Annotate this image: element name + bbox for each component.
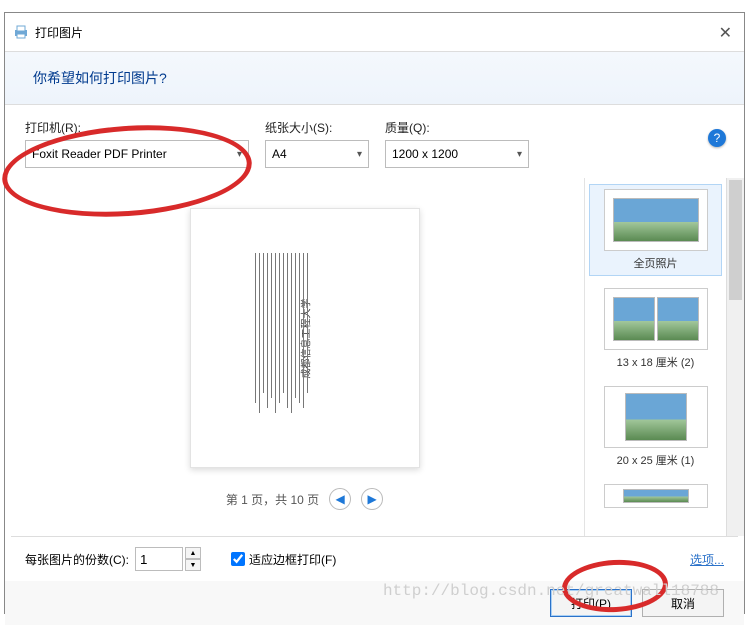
chevron-down-icon: ▾ xyxy=(357,149,362,160)
preview-page: 成都信息工程大学 xyxy=(190,208,420,468)
bottom-row: 每张图片的份数(C): ▲▼ 适应边框打印(F) 选项... xyxy=(5,537,744,581)
spin-down-icon[interactable]: ▼ xyxy=(185,559,201,571)
copies-label: 每张图片的份数(C): xyxy=(25,551,129,568)
help-icon[interactable]: ? xyxy=(708,129,726,147)
banner: 你希望如何打印图片? xyxy=(5,51,744,105)
layout-label: 20 x 25 厘米 (1) xyxy=(617,452,695,468)
layouts-column: 全页照片 13 x 18 厘米 (2) 20 x 25 厘米 (1) xyxy=(584,178,726,536)
chevron-down-icon: ▾ xyxy=(517,149,522,160)
close-icon[interactable]: ✕ xyxy=(719,23,732,43)
layout-thumb xyxy=(604,189,708,251)
next-page-button[interactable]: ▶ xyxy=(361,488,383,510)
fit-label: 适应边框打印(F) xyxy=(249,551,336,568)
options-row: 打印机(R): Foxit Reader PDF Printer ▾ 纸张大小(… xyxy=(5,105,744,178)
dialog-title: 打印图片 xyxy=(35,24,83,41)
fit-checkbox-input[interactable] xyxy=(231,552,245,566)
cancel-button[interactable]: 取消 xyxy=(642,589,724,617)
prev-page-button[interactable]: ◀ xyxy=(329,488,351,510)
layout-more[interactable] xyxy=(589,480,722,512)
chevron-down-icon: ▾ xyxy=(237,149,242,160)
options-link[interactable]: 选项... xyxy=(690,551,724,568)
layout-thumb xyxy=(604,484,708,508)
copies-spinner[interactable]: ▲▼ xyxy=(185,547,201,571)
layout-label: 13 x 18 厘米 (2) xyxy=(617,354,695,370)
layout-20x25[interactable]: 20 x 25 厘米 (1) xyxy=(589,382,722,472)
middle-area: 成都信息工程大学 第 1 页，共 10 页 ◀ ▶ xyxy=(5,178,744,536)
pager: 第 1 页，共 10 页 ◀ ▶ xyxy=(226,488,383,510)
printer-combobox[interactable]: Foxit Reader PDF Printer ▾ xyxy=(25,140,249,168)
pager-text: 第 1 页，共 10 页 xyxy=(226,491,319,508)
quality-value: 1200 x 1200 xyxy=(392,147,458,161)
action-row: 打印(P) 取消 xyxy=(5,581,744,625)
layout-thumb xyxy=(604,288,708,350)
preview-column: 成都信息工程大学 第 1 页，共 10 页 ◀ ▶ xyxy=(25,178,584,536)
print-button[interactable]: 打印(P) xyxy=(550,589,632,617)
printer-value: Foxit Reader PDF Printer xyxy=(32,147,167,161)
banner-question: 你希望如何打印图片? xyxy=(33,68,167,88)
document-preview: 成都信息工程大学 xyxy=(215,228,395,448)
printer-label: 打印机(R): xyxy=(25,119,249,136)
printer-icon xyxy=(13,24,29,40)
layout-label: 全页照片 xyxy=(634,255,678,271)
layouts-scrollbar[interactable] xyxy=(726,178,744,536)
print-dialog: 打印图片 ✕ 你希望如何打印图片? 打印机(R): Foxit Reader P… xyxy=(4,12,745,614)
quality-label: 质量(Q): xyxy=(385,119,529,136)
paper-label: 纸张大小(S): xyxy=(265,119,369,136)
layout-thumb xyxy=(604,386,708,448)
fit-frame-checkbox[interactable]: 适应边框打印(F) xyxy=(231,551,336,568)
copies-input[interactable] xyxy=(135,547,183,571)
spin-up-icon[interactable]: ▲ xyxy=(185,547,201,559)
paper-combobox[interactable]: A4 ▾ xyxy=(265,140,369,168)
layout-full-page[interactable]: 全页照片 xyxy=(589,184,722,276)
paper-value: A4 xyxy=(272,147,287,161)
titlebar: 打印图片 ✕ xyxy=(5,13,744,51)
quality-combobox[interactable]: 1200 x 1200 ▾ xyxy=(385,140,529,168)
layout-13x18[interactable]: 13 x 18 厘米 (2) xyxy=(589,284,722,374)
